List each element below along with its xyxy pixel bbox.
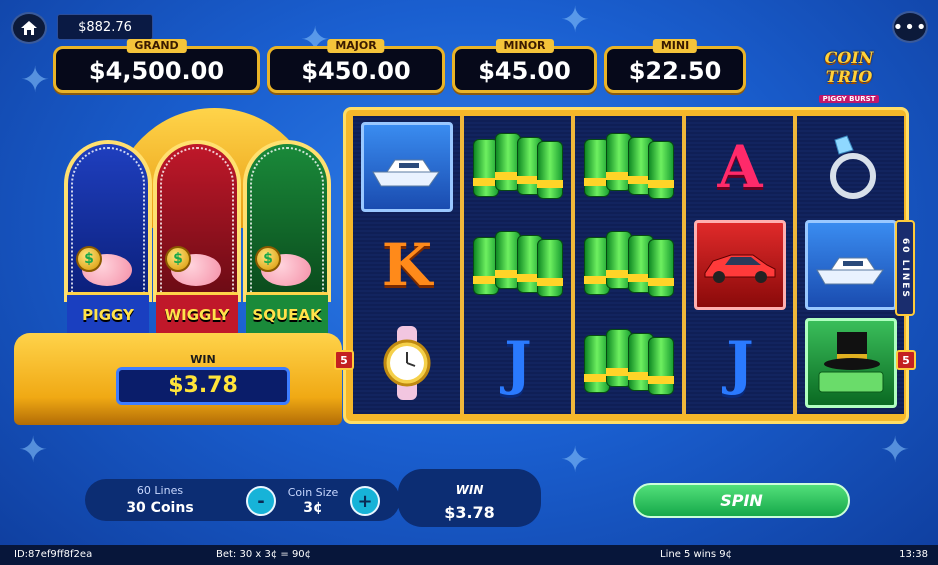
coin-icon: $ bbox=[255, 246, 281, 272]
home-button[interactable] bbox=[11, 12, 47, 44]
a-letter: A bbox=[717, 133, 763, 201]
win-panel-value: $3.78 bbox=[444, 503, 495, 522]
jackpot-major: MAJOR $450.00 bbox=[267, 39, 445, 93]
coins-value: 30 Coins bbox=[126, 500, 194, 516]
money-stack-symbol bbox=[582, 122, 676, 212]
jackpot-label: MINI bbox=[652, 39, 698, 53]
clock: 13:38 bbox=[899, 549, 928, 560]
reel-divider bbox=[460, 116, 464, 414]
sparkle-decoration: ✦ bbox=[560, 440, 591, 481]
lines-count-label: 60 LINES bbox=[895, 220, 915, 316]
coin-icon: $ bbox=[76, 246, 102, 272]
payline-5-badge-right: 5 bbox=[896, 350, 916, 370]
status-bar: ID:87ef9ff8f2ea Bet: 30 x 3¢ = 90¢ Line … bbox=[0, 545, 938, 565]
money-stack-symbol bbox=[582, 220, 676, 310]
coin-size-value: 3¢ bbox=[303, 500, 323, 516]
jackpot-minor: MINOR $45.00 bbox=[452, 39, 597, 93]
top-hat-money-symbol bbox=[804, 318, 898, 408]
piggy-bank-icon: $ bbox=[76, 246, 136, 288]
ace-a-symbol: A bbox=[693, 122, 787, 212]
reel-divider bbox=[793, 116, 797, 414]
logo-subtitle: PIGGY BURST bbox=[818, 95, 880, 103]
diamond-ring-icon bbox=[830, 135, 876, 199]
king-k-symbol: K bbox=[360, 220, 454, 310]
reel-area: K J A J bbox=[353, 116, 904, 414]
wristwatch-icon bbox=[383, 326, 431, 400]
boat-symbol bbox=[360, 122, 454, 212]
watch-symbol bbox=[360, 318, 454, 408]
spin-button[interactable]: SPIN bbox=[633, 483, 850, 518]
home-icon bbox=[21, 21, 37, 35]
jackpot-value: $22.50 bbox=[628, 57, 722, 85]
more-dots-icon: ••• bbox=[892, 16, 928, 38]
sparkle-decoration: ✦ bbox=[20, 60, 51, 101]
bet-summary: Bet: 30 x 3¢ = 90¢ bbox=[216, 549, 312, 560]
reel-divider bbox=[682, 116, 686, 414]
money-stack-symbol bbox=[471, 122, 565, 212]
sports-car-icon bbox=[704, 254, 776, 283]
coin-size-label: Coin Size bbox=[287, 486, 339, 499]
menu-button[interactable]: ••• bbox=[892, 11, 928, 43]
money-stack-symbol bbox=[471, 220, 565, 310]
ring-symbol bbox=[804, 122, 898, 212]
car-symbol bbox=[693, 220, 787, 310]
balance-display: $882.76 bbox=[57, 14, 153, 40]
yacht-icon bbox=[372, 159, 440, 187]
pedestal-win-value: $3.78 bbox=[116, 367, 290, 405]
jack-j-symbol: J bbox=[471, 318, 565, 408]
money-stack-symbol bbox=[582, 318, 676, 408]
jackpot-label: MAJOR bbox=[327, 39, 385, 53]
jack-j-symbol: J bbox=[693, 318, 787, 408]
jackpot-mini: MINI $22.50 bbox=[604, 39, 746, 93]
line-win-message: Line 5 wins 9¢ bbox=[660, 549, 732, 560]
sparkle-decoration: ✦ bbox=[880, 430, 911, 471]
session-id: ID:87ef9ff8f2ea bbox=[14, 549, 93, 560]
yacht-icon bbox=[816, 257, 884, 285]
reel-divider bbox=[571, 116, 575, 414]
game-logo: COIN TRIO PIGGY BURST bbox=[800, 48, 898, 103]
jackpot-value: $45.00 bbox=[478, 57, 571, 85]
jackpot-value: $450.00 bbox=[301, 57, 411, 85]
piggy-bank-icon: $ bbox=[165, 246, 225, 288]
j-letter: J bbox=[726, 329, 754, 397]
piggy-bank-icon: $ bbox=[255, 246, 315, 288]
win-panel: WIN $3.78 bbox=[398, 469, 541, 527]
increase-coin-size-button[interactable]: + bbox=[350, 486, 380, 516]
sparkle-decoration: ✦ bbox=[560, 0, 591, 41]
win-panel-label: WIN bbox=[455, 483, 484, 497]
jackpot-grand: GRAND $4,500.00 bbox=[53, 39, 260, 93]
jackpot-value: $4,500.00 bbox=[88, 57, 225, 85]
lines-display: 60 Lines 30 Coins bbox=[100, 484, 220, 516]
k-letter: K bbox=[381, 231, 433, 299]
sparkle-decoration: ✦ bbox=[18, 430, 49, 471]
decrease-coin-size-button[interactable]: - bbox=[246, 486, 276, 516]
coin-size-display: Coin Size 3¢ bbox=[283, 486, 343, 516]
coin-icon: $ bbox=[165, 246, 191, 272]
lines-label: 60 Lines bbox=[136, 484, 184, 497]
piggy-name-plate: WIGGLY bbox=[156, 292, 238, 334]
piggy-name-plate: SQUEAK bbox=[246, 292, 328, 334]
jackpot-label: MINOR bbox=[495, 39, 554, 53]
jackpot-label: GRAND bbox=[126, 39, 187, 53]
pedestal-win-label: WIN bbox=[190, 353, 216, 366]
top-hat-icon bbox=[818, 332, 884, 393]
piggy-name-plate: PIGGY bbox=[67, 292, 149, 334]
j-letter: J bbox=[504, 329, 532, 397]
logo-title: COIN TRIO bbox=[824, 48, 874, 86]
payline-5-badge-left: 5 bbox=[334, 350, 354, 370]
boat-symbol bbox=[804, 220, 898, 310]
